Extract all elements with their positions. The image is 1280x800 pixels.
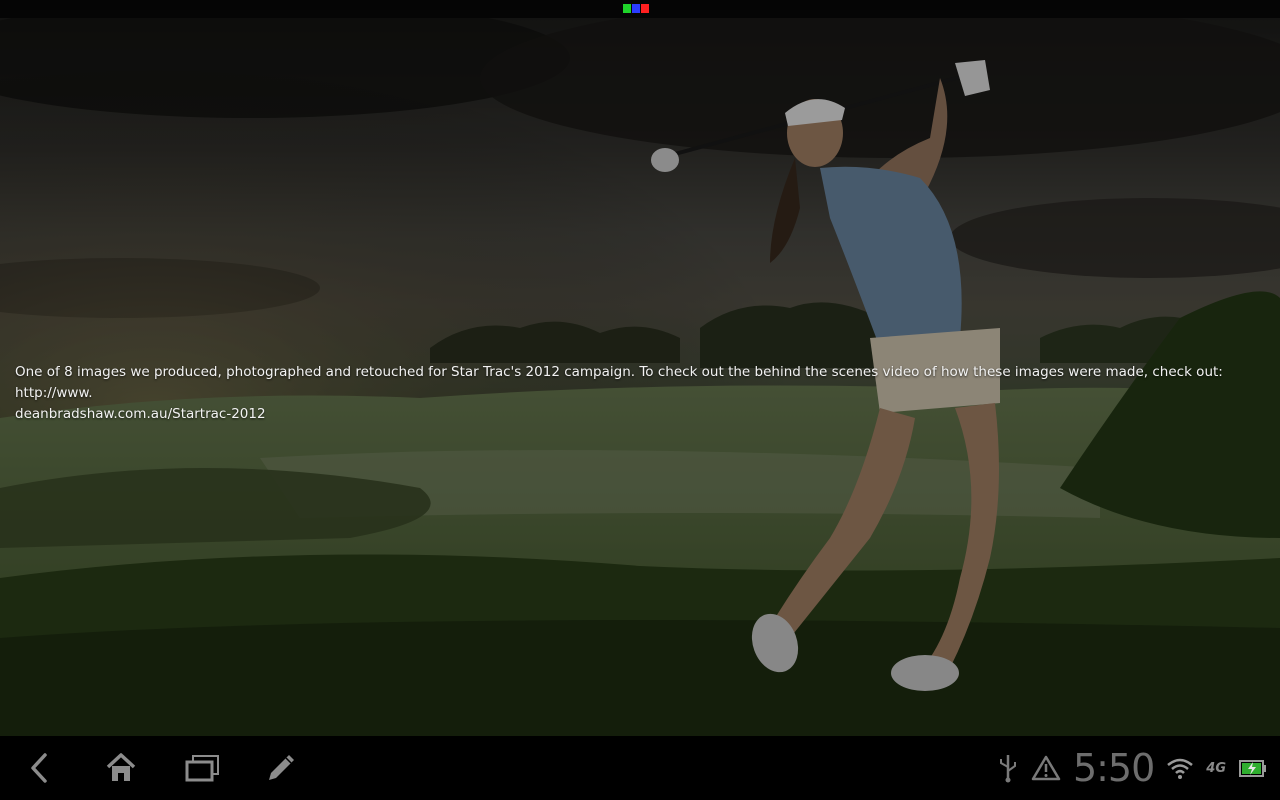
clock: 5:50 bbox=[1072, 746, 1155, 790]
edit-icon bbox=[269, 755, 294, 780]
top-bar bbox=[0, 0, 1280, 18]
home-icon bbox=[106, 753, 136, 781]
warning-icon bbox=[1031, 755, 1061, 781]
system-nav-bar: 5:50 4G bbox=[0, 736, 1280, 800]
indicator-blue bbox=[632, 4, 640, 13]
status-area[interactable]: 5:50 4G bbox=[997, 744, 1268, 792]
back-icon bbox=[31, 753, 47, 783]
recent-apps-button[interactable] bbox=[180, 750, 224, 786]
network-type-label: 4G bbox=[1206, 760, 1226, 776]
usb-icon bbox=[999, 755, 1016, 783]
debug-indicators bbox=[623, 4, 649, 13]
caption-line-2: deanbradshaw.com.au/Startrac-2012 bbox=[15, 406, 266, 422]
indicator-green bbox=[623, 4, 631, 13]
golf-photo[interactable]: One of 8 images we produced, photographe… bbox=[0, 18, 1280, 736]
edit-button[interactable] bbox=[259, 750, 303, 786]
image-caption: One of 8 images we produced, photographe… bbox=[15, 362, 1255, 425]
back-button[interactable] bbox=[18, 750, 62, 786]
recent-apps-icon bbox=[185, 755, 219, 782]
wifi-icon bbox=[1167, 758, 1194, 779]
battery-charging-icon bbox=[1239, 760, 1266, 777]
indicator-red bbox=[641, 4, 649, 13]
home-button[interactable] bbox=[99, 750, 143, 786]
caption-line-1: One of 8 images we produced, photographe… bbox=[15, 364, 1223, 401]
